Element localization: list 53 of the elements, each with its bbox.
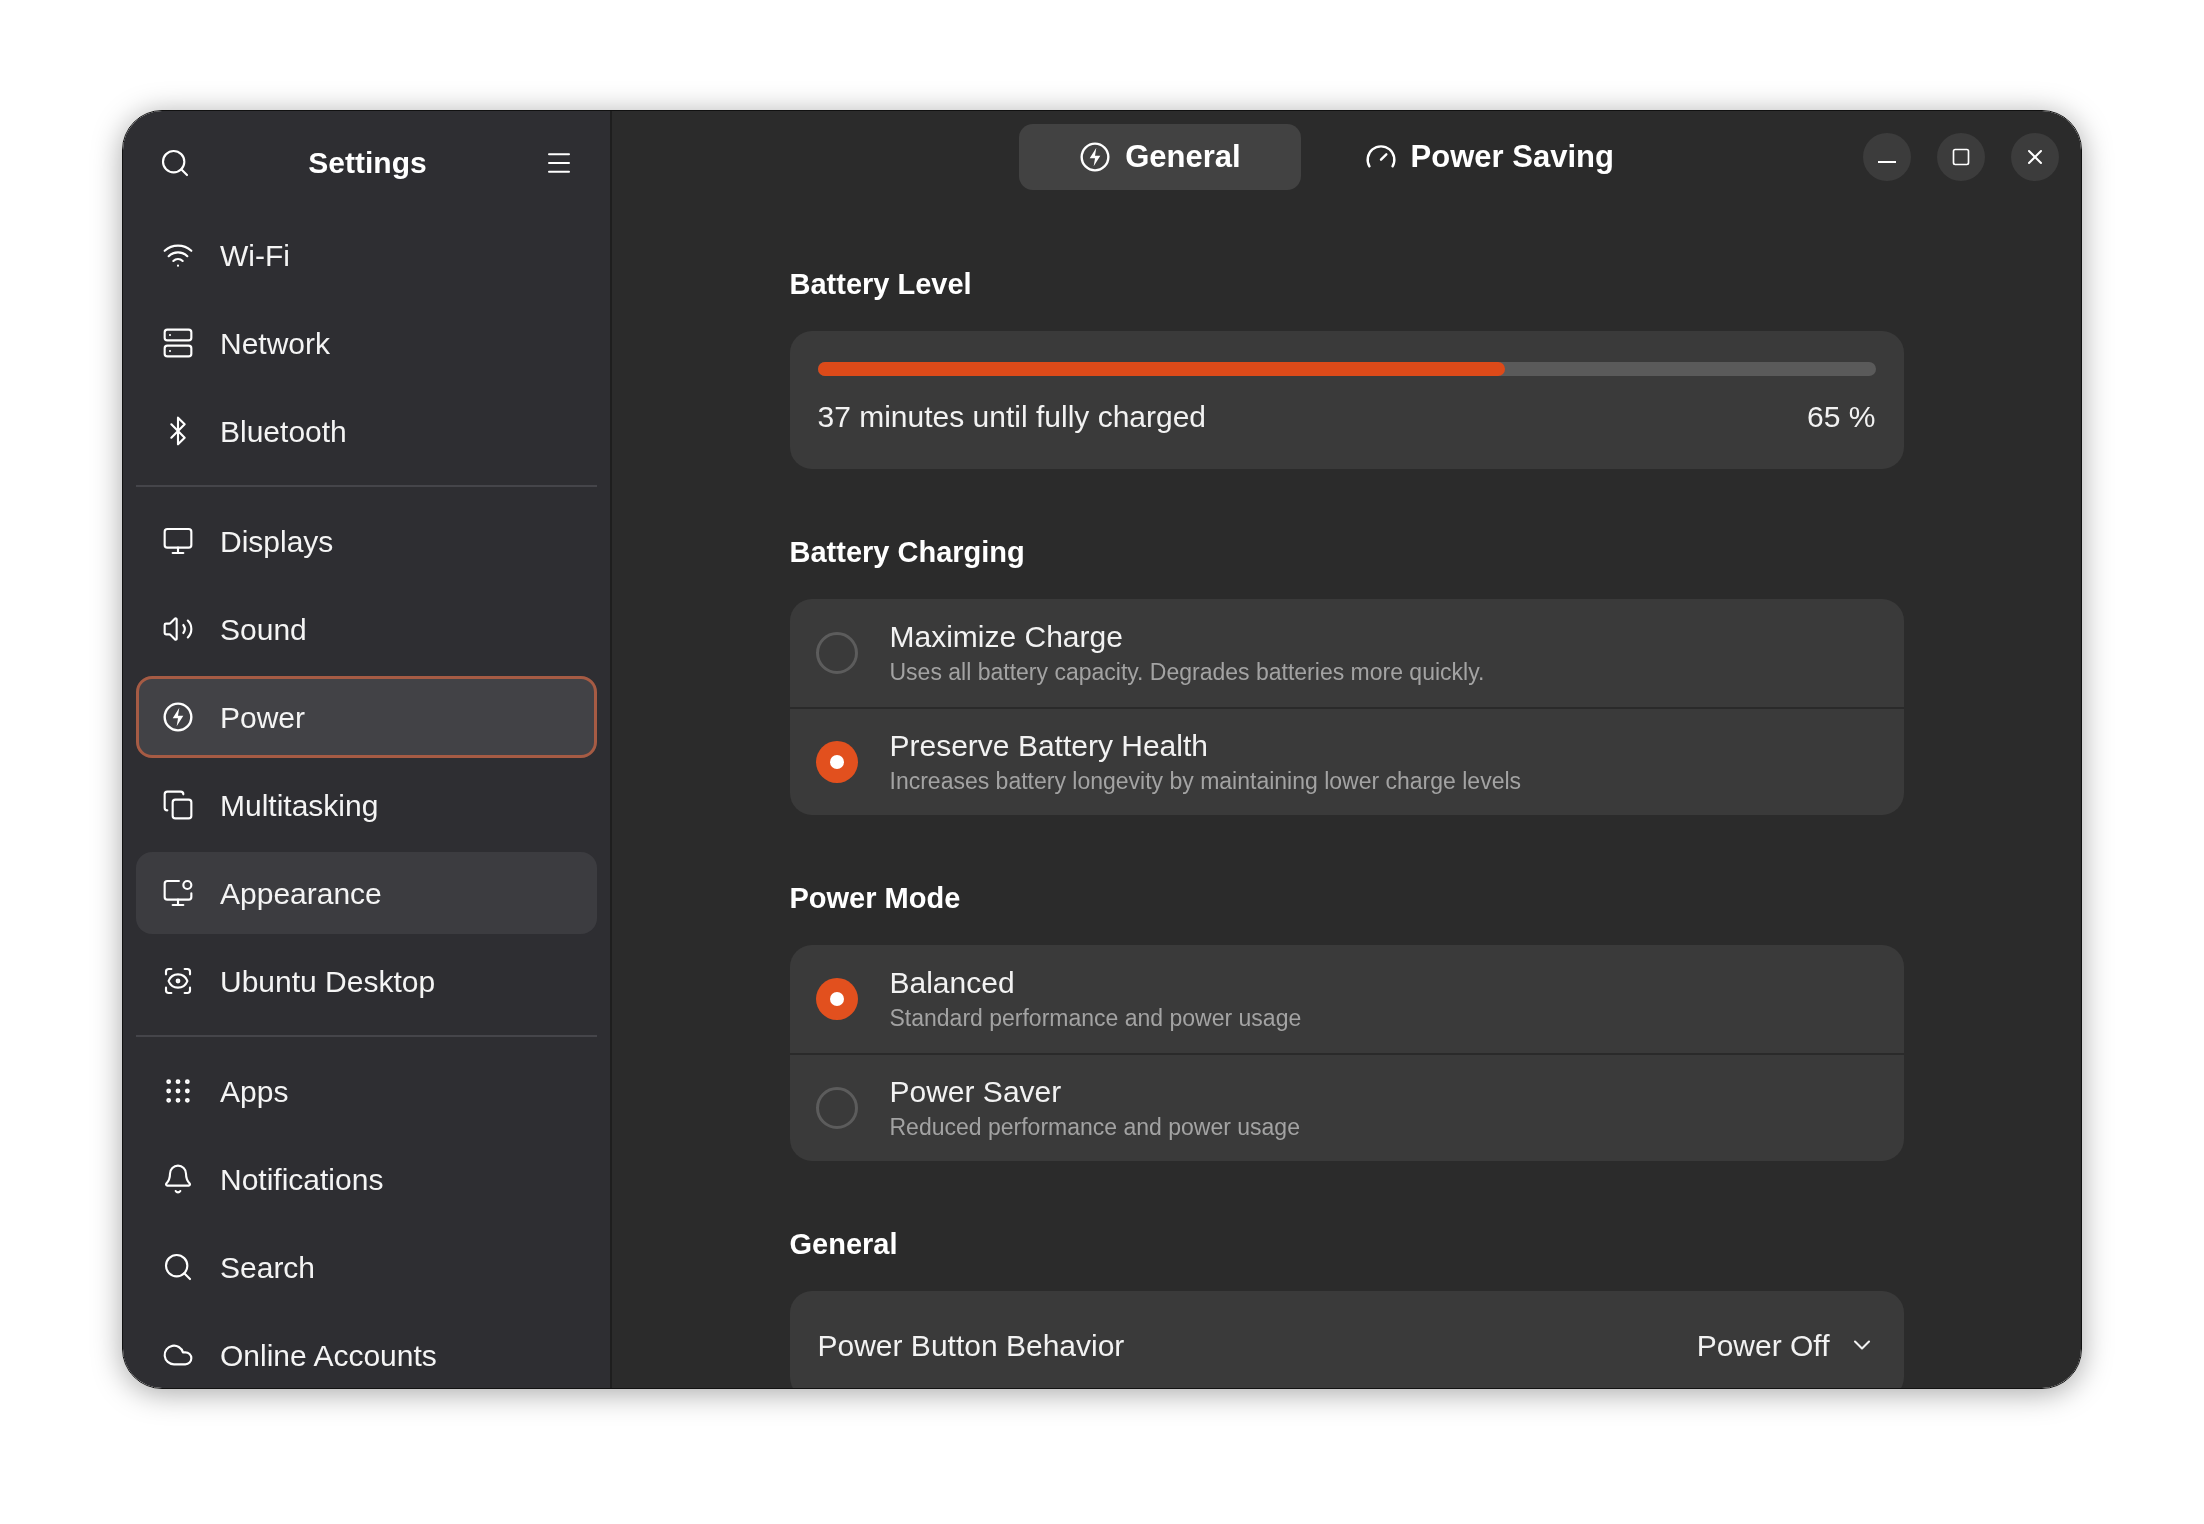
section-heading: General: [789, 1227, 899, 1262]
option-title: Preserve Battery Health: [889, 728, 1209, 764]
sidebar-item[interactable]: Displays: [136, 500, 597, 582]
sidebar-item[interactable]: Multitasking: [136, 764, 597, 846]
bolt-icon: [162, 701, 194, 733]
radio-button[interactable]: [815, 978, 858, 1020]
maximize-button[interactable]: [1937, 133, 1985, 181]
option-title: Power Saver: [889, 1074, 1063, 1110]
server-icon: [162, 327, 194, 359]
sidebar-item[interactable]: Online Accounts: [136, 1314, 597, 1388]
sidebar-item[interactable]: Ubuntu Desktop: [136, 940, 597, 1022]
bell-icon: [162, 1163, 194, 1195]
option-row[interactable]: Power Saver Reduced performance and power usage: [789, 1053, 1904, 1161]
radio-button[interactable]: [815, 741, 858, 783]
monitor-dot-icon: [162, 877, 194, 909]
sidebar-item[interactable]: Notifications: [136, 1138, 597, 1220]
option-description: Uses all battery capacity. Degrades batteries more quickly.: [889, 658, 1485, 687]
sidebar-item[interactable]: Bluetooth: [136, 390, 597, 472]
option-row[interactable]: Preserve Battery Health Increases battery longevity by maintaining lower charge levels: [789, 707, 1904, 815]
sidebar-item[interactable]: Appearance: [136, 852, 597, 934]
option-row[interactable]: Maximize Charge Uses all battery capacity. Degrades batteries more quickly.: [789, 599, 1904, 707]
tab[interactable]: General: [1019, 124, 1301, 190]
battery-percent: 65 %: [1807, 399, 1876, 435]
bolt-icon: [1079, 141, 1112, 173]
minimize-icon: [1878, 161, 1896, 163]
row-label: Power Button Behavior: [817, 1327, 1125, 1364]
sidebar-item[interactable]: Search: [136, 1226, 597, 1308]
option-row[interactable]: Balanced Standard performance and power usage: [789, 945, 1904, 1053]
tab[interactable]: Power Saving: [1304, 124, 1674, 190]
radio-button[interactable]: [815, 632, 858, 674]
windows-icon: [162, 789, 194, 821]
option-description: Increases battery longevity by maintaining lower charge levels: [889, 767, 1522, 796]
sidebar-item[interactable]: Power: [136, 676, 597, 758]
sidebar-item[interactable]: Sound: [136, 588, 597, 670]
close-button[interactable]: [2011, 133, 2059, 181]
monitor-icon: [162, 525, 194, 557]
charge-status: 37 minutes until fully charged: [817, 399, 1207, 435]
option-title: Maximize Charge: [889, 619, 1124, 655]
option-description: Standard performance and power usage: [889, 1004, 1302, 1033]
section-heading: Battery Level: [789, 267, 973, 302]
maximize-icon: [1951, 147, 1971, 167]
search-icon: [162, 1251, 194, 1283]
dropdown[interactable]: Power Off: [1696, 1322, 1876, 1368]
radio-button[interactable]: [815, 1087, 858, 1129]
sidebar-item[interactable]: Network: [136, 302, 597, 384]
eye-icon: [162, 965, 194, 997]
sidebar-item[interactable]: Apps: [136, 1050, 597, 1132]
option-title: Balanced: [889, 965, 1016, 1001]
sidebar-title: Settings: [308, 145, 427, 181]
section-heading: Power Mode: [789, 881, 962, 916]
sidebar-item[interactable]: Wi-Fi: [136, 214, 597, 296]
option-description: Reduced performance and power usage: [889, 1113, 1300, 1142]
section-heading: Battery Charging: [789, 535, 1026, 570]
